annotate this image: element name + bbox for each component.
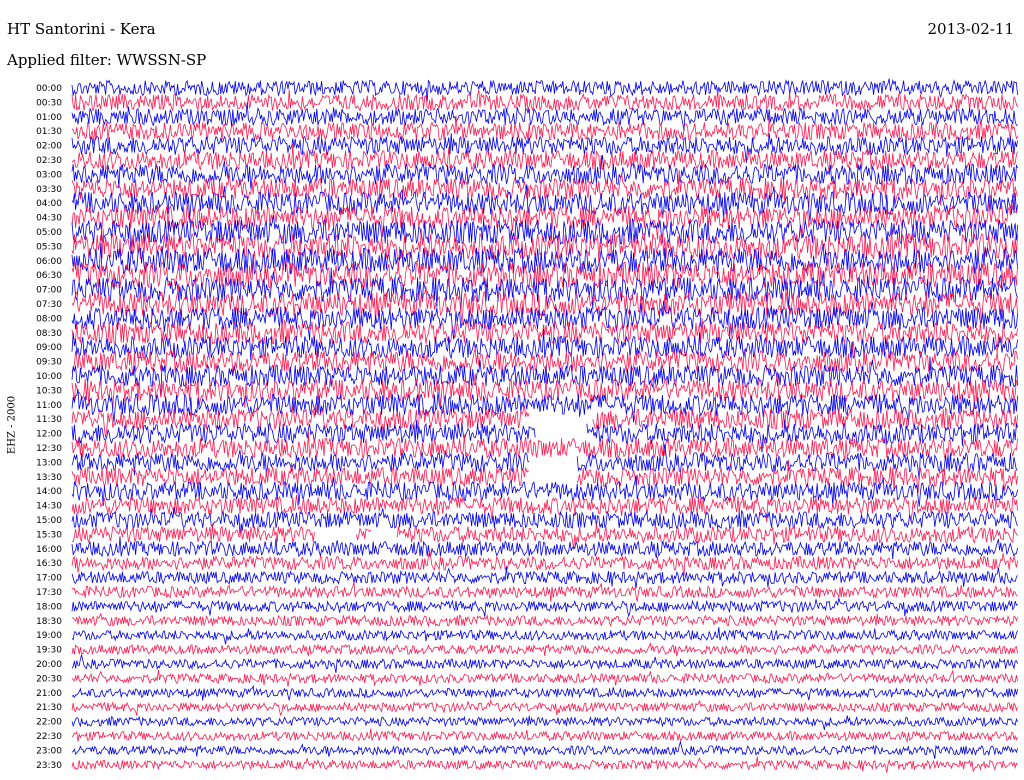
row-time-label: 07:00	[36, 286, 62, 296]
trace-row	[71, 698, 1018, 717]
row-time-label: 16:30	[36, 559, 62, 569]
row-time-label: 02:00	[36, 142, 62, 152]
row-time-label: 15:30	[36, 530, 62, 540]
row-time-label: 04:30	[36, 214, 62, 224]
row-time-label: 15:00	[36, 516, 62, 526]
row-time-label: 01:00	[36, 113, 62, 123]
row-time-label: 20:30	[36, 674, 62, 684]
row-time-label: 17:00	[36, 574, 62, 584]
trace-row	[71, 317, 1018, 354]
row-time-label: 16:00	[36, 545, 62, 555]
row-time-label: 14:00	[36, 487, 62, 497]
row-time-label: 13:30	[36, 473, 62, 483]
row-time-label: 04:00	[36, 199, 62, 209]
row-time-label: 22:30	[36, 732, 62, 742]
trace-row	[71, 444, 1018, 481]
row-time-label: 23:30	[36, 761, 62, 771]
trace-row	[71, 740, 1018, 759]
row-time-label: 09:30	[36, 358, 62, 368]
row-time-label: 08:00	[36, 314, 62, 324]
row-time-label: 23:00	[36, 746, 62, 756]
row-time-label: 05:00	[36, 228, 62, 238]
trace-row	[71, 728, 1018, 743]
trace-row	[71, 78, 1018, 102]
trace-row	[71, 169, 1018, 208]
row-time-label: 12:00	[36, 430, 62, 440]
row-time-label: 10:00	[36, 372, 62, 382]
row-time-label: 11:00	[36, 401, 62, 411]
row-time-label: 21:30	[36, 703, 62, 713]
trace-row	[71, 582, 1018, 602]
trace-row	[71, 340, 1018, 377]
trace-row	[71, 536, 1018, 560]
row-time-label: 10:30	[36, 386, 62, 396]
row-time-label: 19:30	[36, 646, 62, 656]
trace-row	[71, 550, 1018, 576]
row-time-label: 13:00	[36, 458, 62, 468]
row-time-label: 00:00	[36, 84, 62, 94]
row-time-label: 01:30	[36, 127, 62, 137]
trace-row	[72, 612, 1018, 628]
row-time-label: 21:00	[36, 689, 62, 699]
row-time-label: 00:30	[36, 98, 62, 108]
trace-row	[71, 684, 1018, 701]
row-time-label: 14:30	[36, 502, 62, 512]
trace-row	[71, 115, 1018, 145]
row-time-label: 07:30	[36, 300, 62, 310]
row-time-label: 12:30	[36, 444, 62, 454]
row-time-label: 09:00	[36, 343, 62, 353]
trace-row	[71, 756, 1018, 773]
row-time-label: 03:30	[36, 185, 62, 195]
trace-row	[71, 715, 1018, 730]
row-time-label: 18:30	[36, 617, 62, 627]
row-time-label: 05:30	[36, 242, 62, 252]
row-time-label: 06:30	[36, 271, 62, 281]
row-time-label: 02:30	[36, 156, 62, 166]
row-time-label: 11:30	[36, 415, 62, 425]
row-time-label: 17:30	[36, 588, 62, 598]
row-time-label: 06:00	[36, 257, 62, 267]
row-time-label: 08:30	[36, 329, 62, 339]
trace-row	[71, 642, 1018, 657]
row-time-label: 03:00	[36, 170, 62, 180]
row-time-label: 19:00	[36, 631, 62, 641]
trace-row	[71, 654, 1018, 673]
helicorder-plot: 00:00 00:30 01:00 01:30 02:00 02:30 03:00 03:30…	[36, 78, 1018, 773]
row-time-label: 22:00	[36, 718, 62, 728]
trace-row	[71, 626, 1018, 645]
trace-row	[71, 670, 1018, 687]
trace-row	[71, 597, 1018, 618]
row-time-label: 18:00	[36, 602, 62, 612]
trace-row	[71, 566, 1018, 589]
trace-row	[71, 494, 1018, 523]
row-time-label: 20:00	[36, 660, 62, 670]
